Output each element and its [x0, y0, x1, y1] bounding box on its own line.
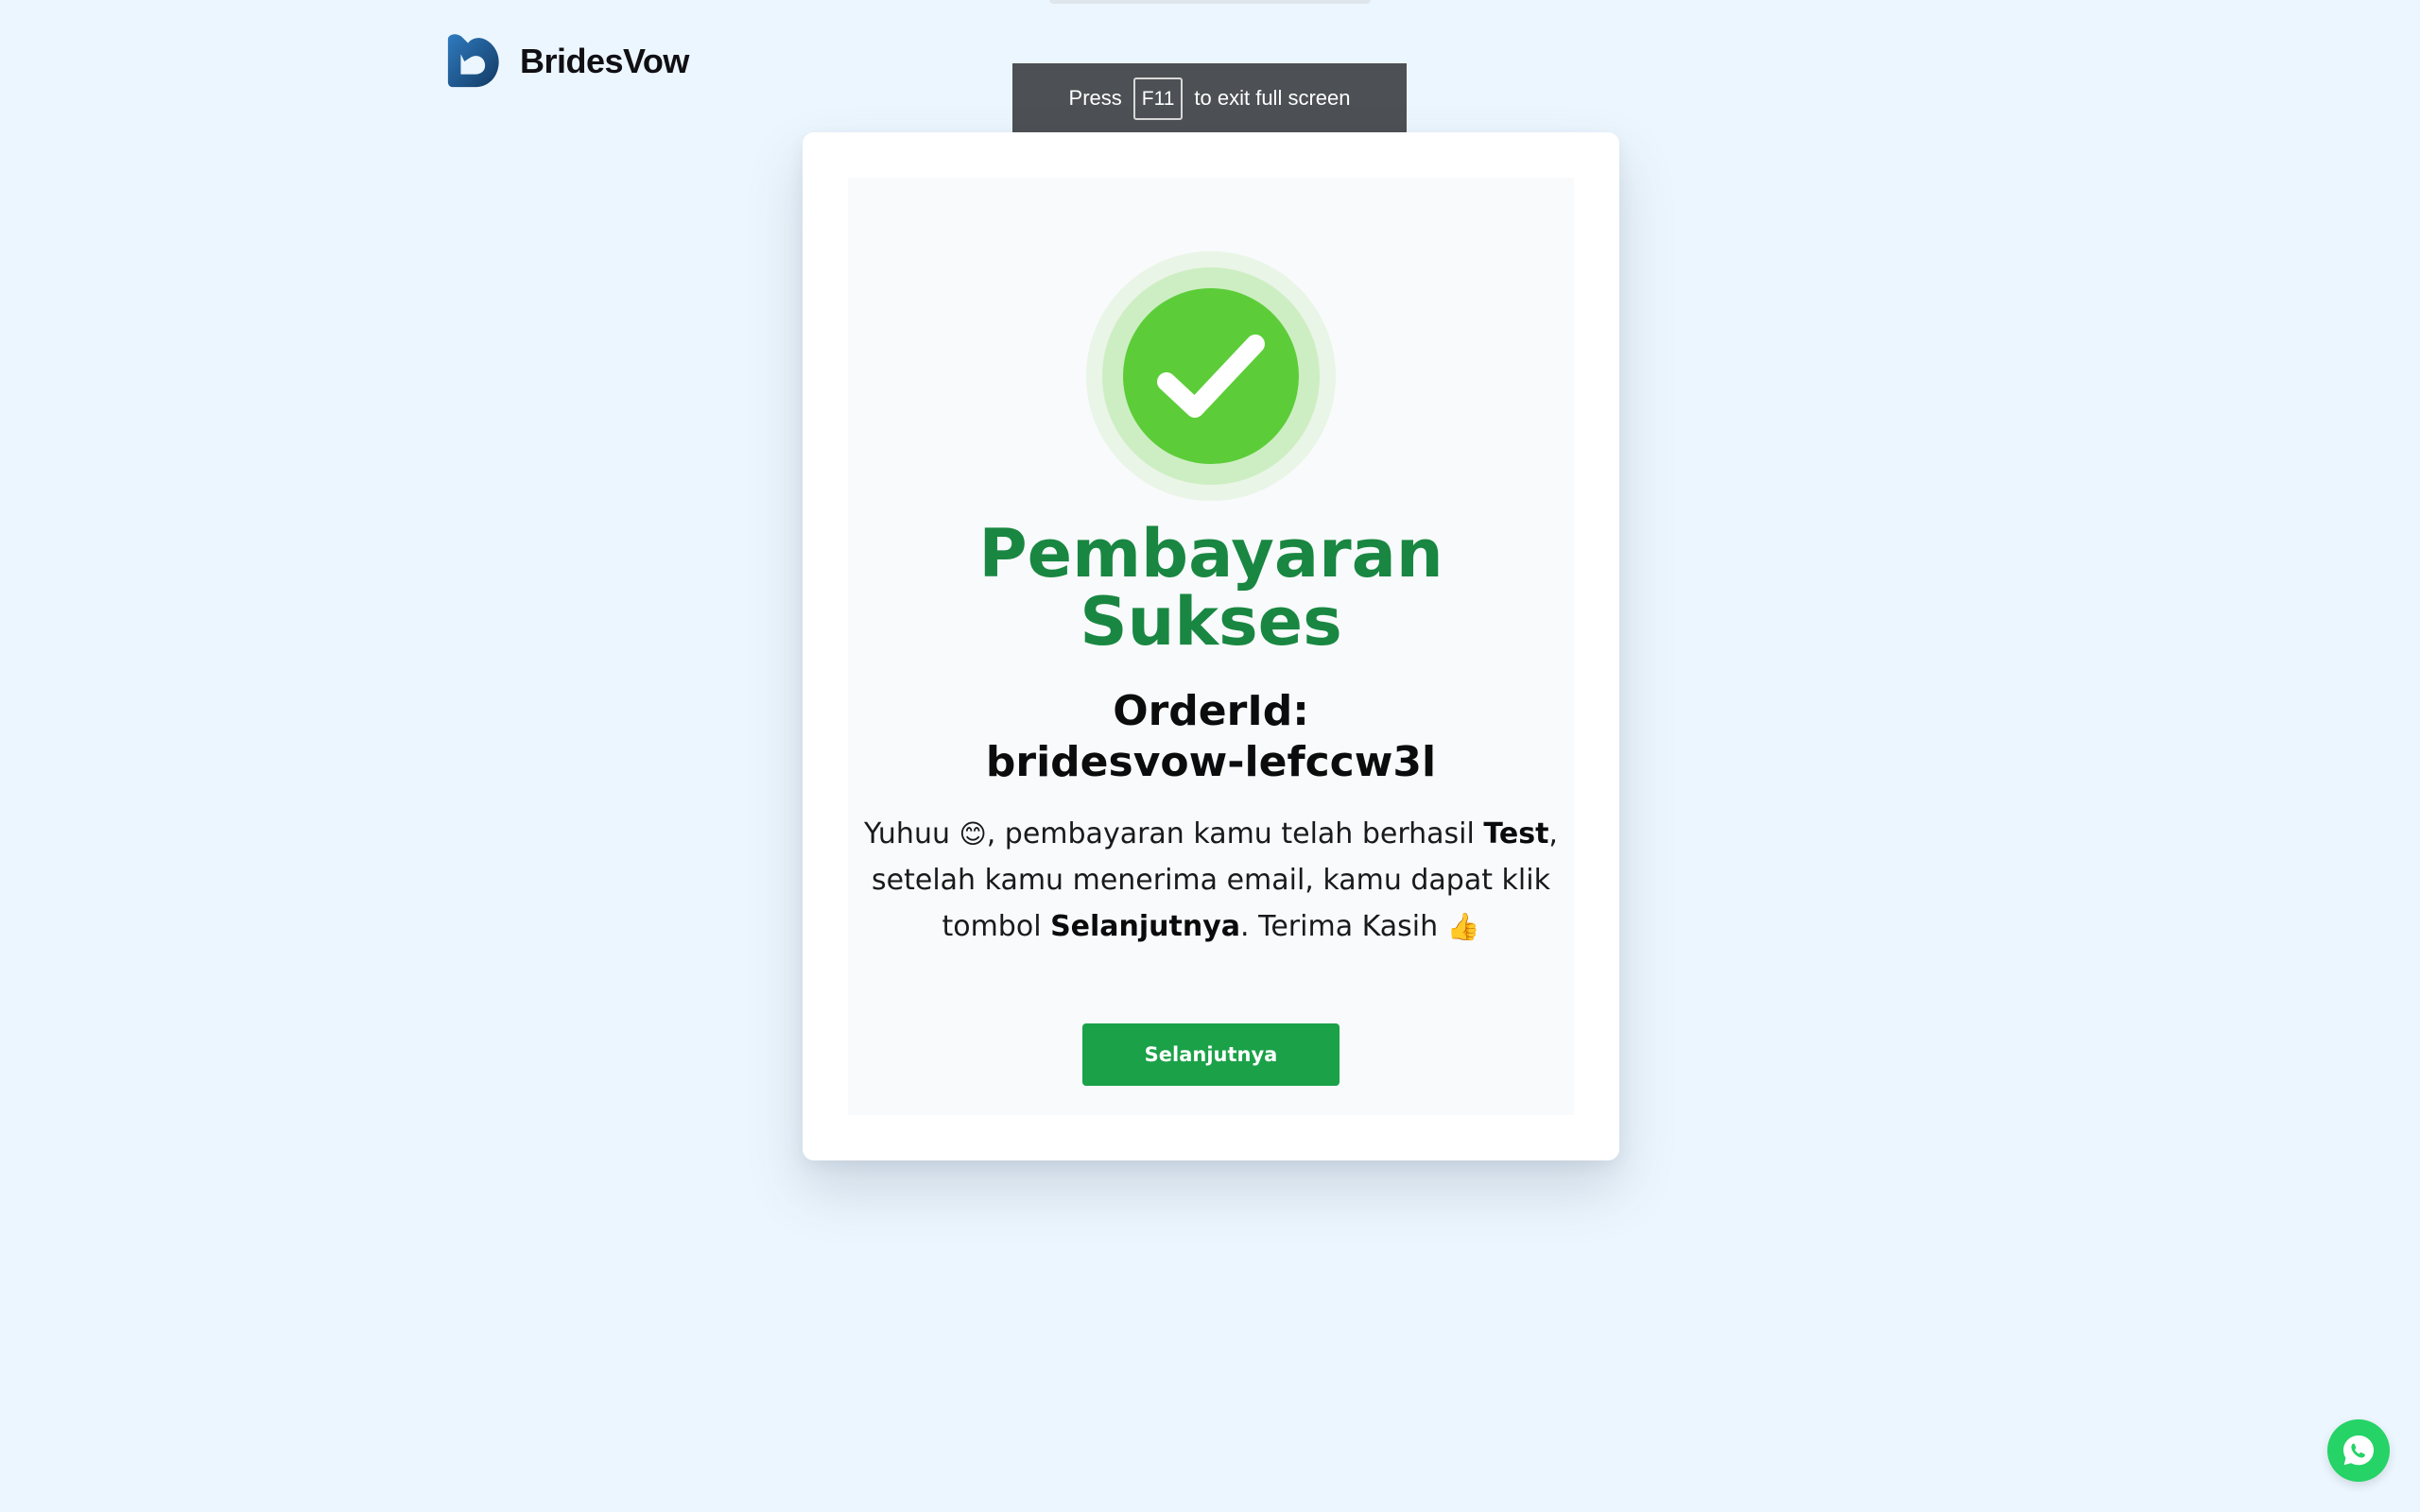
- success-badge: [1086, 251, 1336, 501]
- brand[interactable]: BridesVow: [444, 32, 689, 91]
- order-label: OrderId:: [1113, 687, 1309, 735]
- message-bold-name: Test: [1483, 817, 1549, 850]
- order-id: bridesvow-lefccw3l: [985, 738, 1437, 786]
- success-ring: [1102, 267, 1320, 485]
- fullscreen-notice-prefix: Press: [1068, 86, 1122, 110]
- order-info: OrderId: bridesvow-lefccw3l: [986, 686, 1436, 788]
- fullscreen-key: F11: [1132, 77, 1184, 120]
- payment-card: Pembayaran Sukses OrderId: bridesvow-lef…: [803, 132, 1619, 1160]
- page-title: Pembayaran Sukses: [978, 515, 1443, 661]
- success-message: Yuhuu 😊, pembayaran kamu telah berhasil …: [861, 811, 1561, 950]
- heart-logo-icon: [447, 34, 499, 88]
- payment-card-content: Pembayaran Sukses OrderId: bridesvow-lef…: [848, 178, 1574, 1115]
- smile-emoji-icon: 😊: [959, 818, 987, 850]
- checkmark-icon: [1157, 335, 1265, 418]
- message-part-4: . Terima Kasih: [1240, 910, 1447, 943]
- whatsapp-button[interactable]: [2327, 1419, 2390, 1482]
- thumbs-up-emoji-icon: 👍: [1446, 911, 1480, 942]
- next-button[interactable]: Selanjutnya: [1082, 1023, 1340, 1086]
- fullscreen-notice: Press F11 to exit full screen: [1012, 63, 1407, 133]
- whatsapp-icon: [2343, 1435, 2374, 1466]
- check-circle-icon: [1123, 288, 1299, 464]
- message-part-1: Yuhuu: [864, 817, 959, 850]
- message-bold-button-name: Selanjutnya: [1050, 910, 1241, 943]
- fullscreen-top-edge: [1049, 0, 1371, 4]
- payment-success-page: BridesVow Press F11 to exit full screen …: [0, 0, 2420, 1512]
- brand-name: BridesVow: [520, 42, 689, 80]
- fullscreen-notice-suffix: to exit full screen: [1194, 86, 1351, 110]
- message-part-2: , pembayaran kamu telah berhasil: [986, 817, 1484, 850]
